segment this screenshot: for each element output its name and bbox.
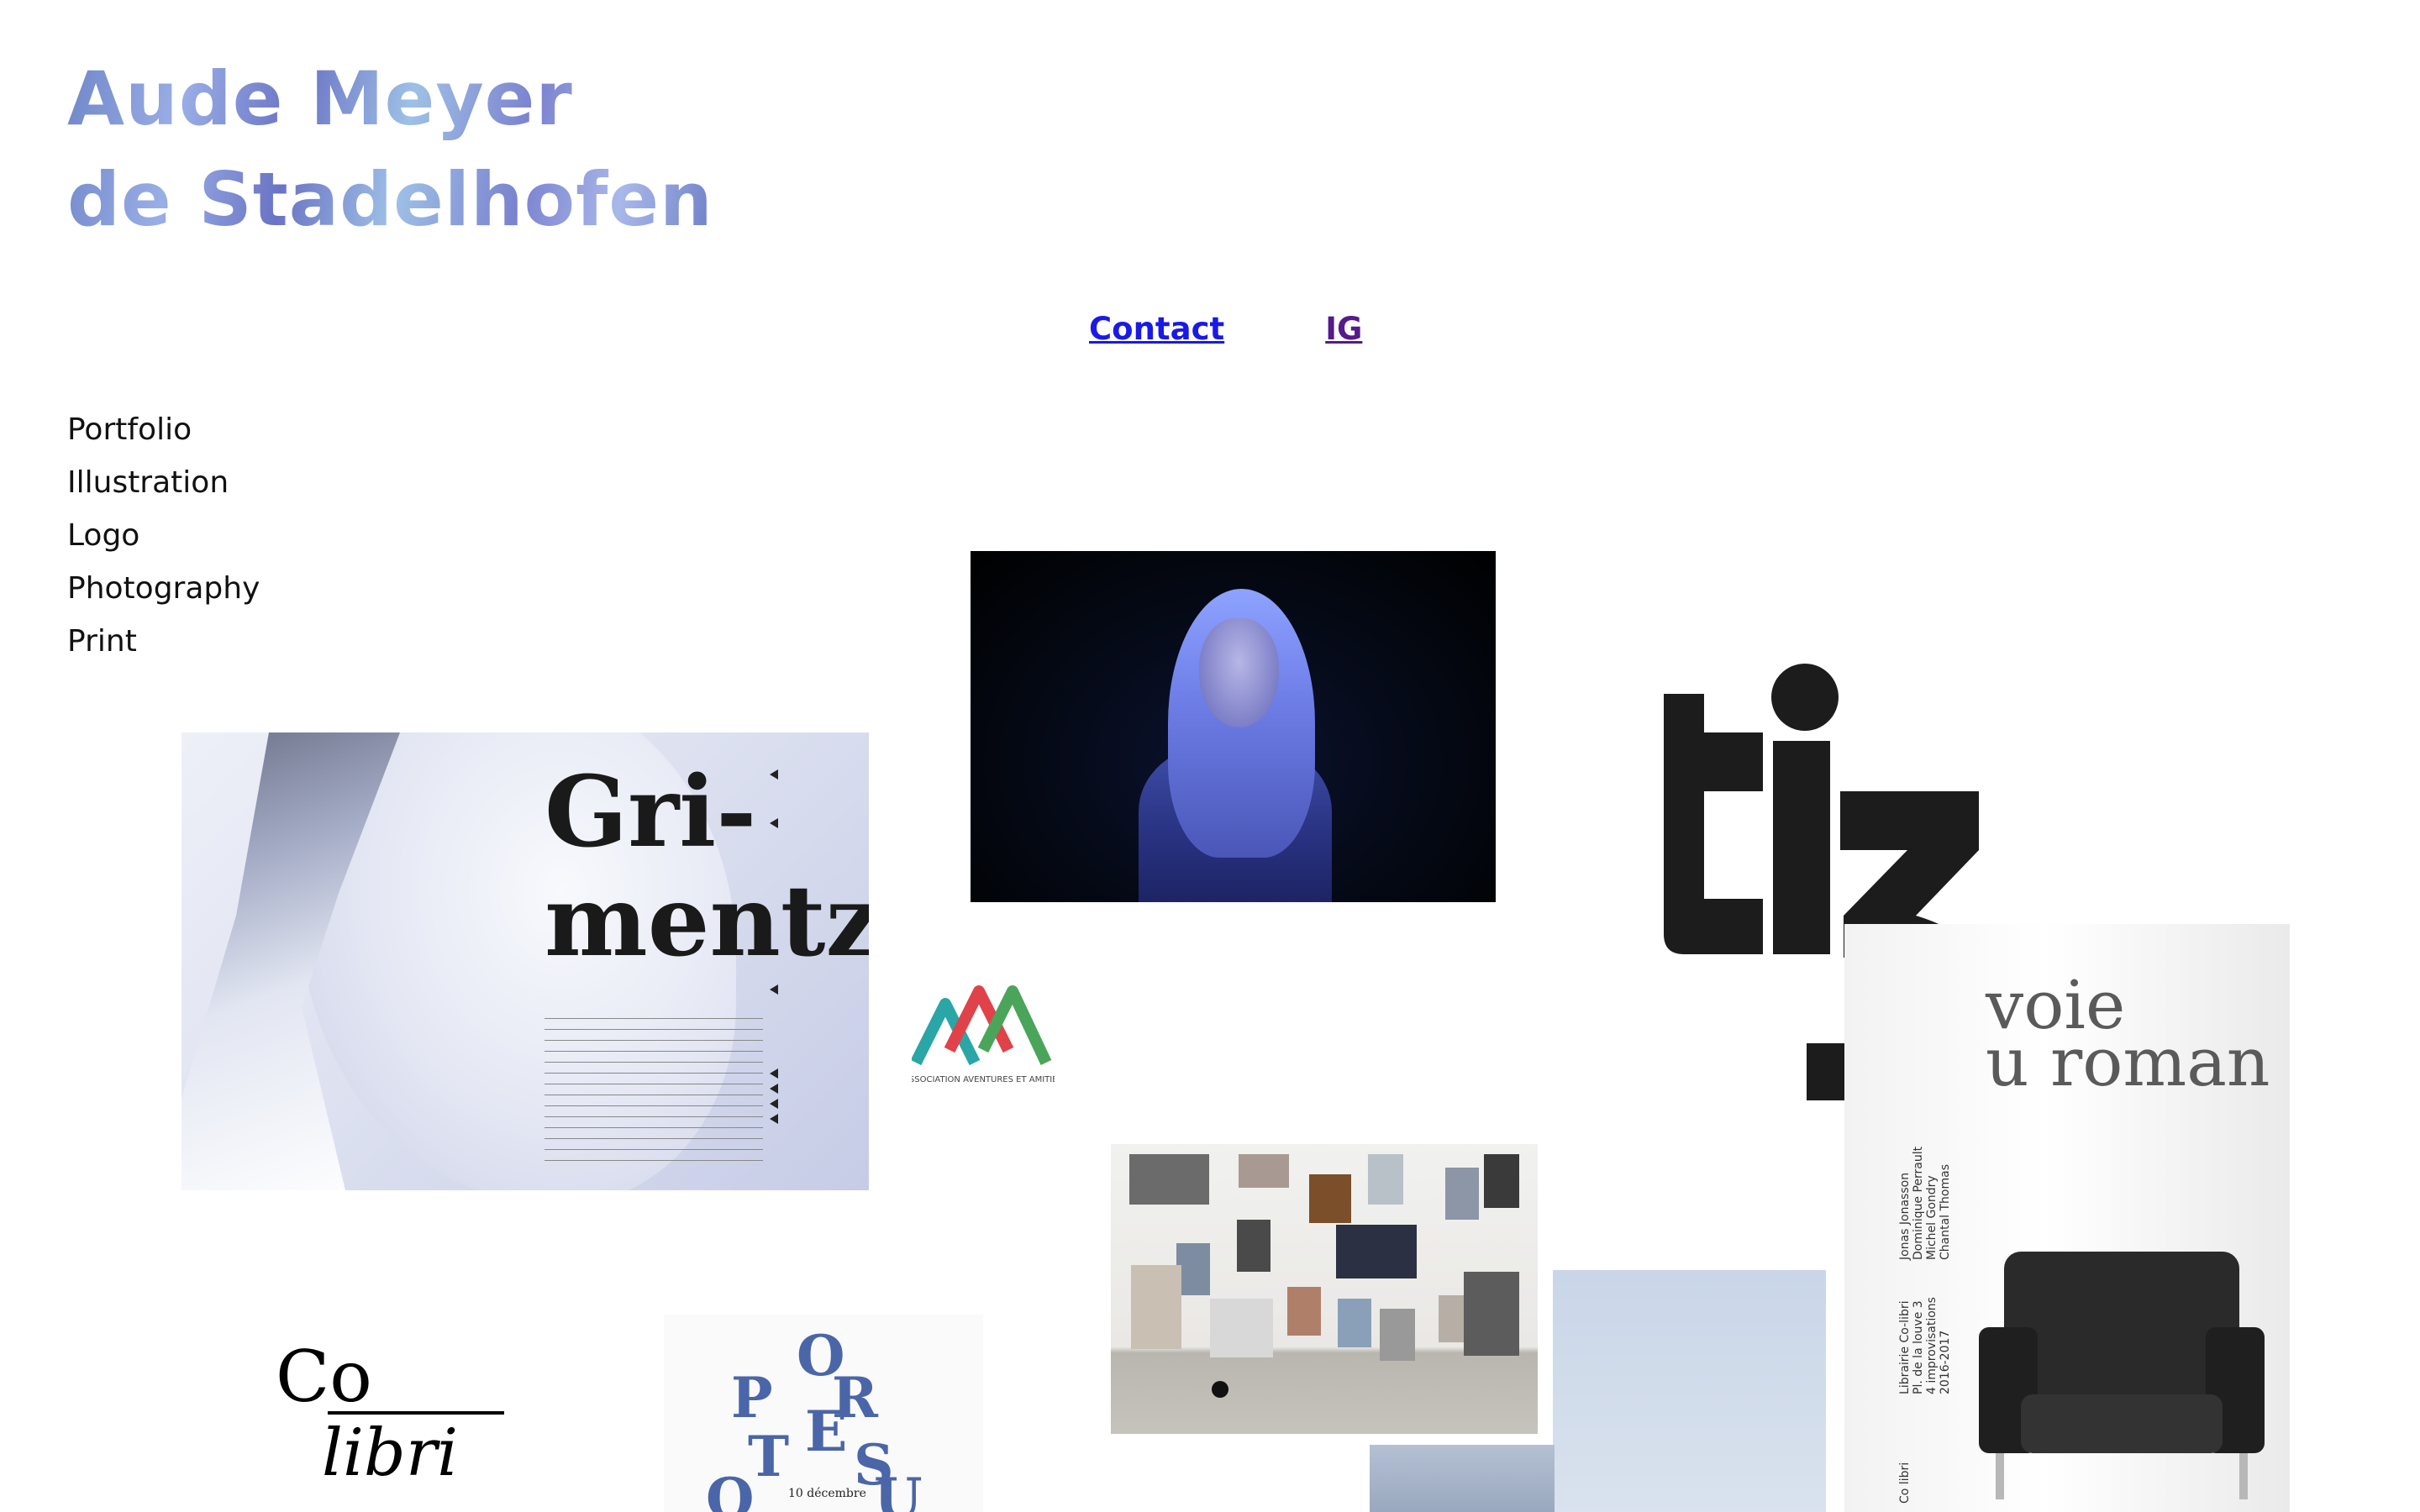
- ig-link[interactable]: IG: [1325, 311, 1362, 347]
- colibri-libri: libri: [322, 1415, 459, 1491]
- aaa-logo-mark: ASSOCIATION AVENTURES ET AMITIÉS: [912, 985, 1055, 1084]
- voie-roman-poster-thumbnail[interactable]: voie u roman Jonas Jonasson Dominique Pe…: [1844, 924, 2290, 1512]
- svg-text:ASSOCIATION AVENTURES ET AMITI: ASSOCIATION AVENTURES ET AMITIÉS: [912, 1074, 1055, 1084]
- nav-item-logo[interactable]: Logo: [67, 509, 260, 562]
- category-nav: Portfolio Illustration Logo Photography …: [67, 403, 260, 668]
- top-links: Contact IG: [1089, 311, 1362, 347]
- arrow-icon: [770, 1114, 778, 1124]
- portrait-face: [1199, 618, 1279, 727]
- cat-silhouette: [1212, 1381, 1228, 1398]
- poster-brand: Co libri: [1898, 1462, 1912, 1504]
- poster-names: Jonas Jonasson Dominique Perrault Michel…: [1898, 1146, 1952, 1260]
- site-title-line1: Aude Meyer: [67, 55, 573, 142]
- gallery-wall-photo-thumbnail[interactable]: [1111, 1144, 1538, 1434]
- poster-line-roman: u roman: [1986, 1023, 2270, 1101]
- nav-item-illustration[interactable]: Illustration: [67, 456, 260, 509]
- sky-photo-thumbnail[interactable]: [1553, 1270, 1826, 1512]
- site-title-line2: de Stadelhofen: [67, 156, 713, 243]
- arrow-icon: [770, 1068, 778, 1079]
- contact-link[interactable]: Contact: [1089, 311, 1224, 347]
- portfolio-page: Aude Meyer de Stadelhofen Contact IG Por…: [0, 0, 2420, 1512]
- fine-print-list: [544, 1010, 763, 1163]
- aaa-logo-thumbnail[interactable]: ASSOCIATION AVENTURES ET AMITIÉS: [912, 958, 1055, 1088]
- arrow-icon: [770, 1084, 778, 1094]
- arrow-icon: [770, 1099, 778, 1109]
- armchair-image: [1979, 1252, 2265, 1499]
- poster-venue: Librairie Co-libri Pl. de la louve 3 4 i…: [1898, 1297, 1952, 1394]
- building-photo-thumbnail[interactable]: [1370, 1445, 1555, 1512]
- arrow-icon: [770, 984, 778, 995]
- portrait-photo-thumbnail[interactable]: [971, 551, 1496, 902]
- poetry-poster-thumbnail[interactable]: O P R E T S O U 10 décembre: [664, 1315, 983, 1512]
- nav-item-photography[interactable]: Photography: [67, 562, 260, 615]
- colibri-co: Co: [276, 1336, 372, 1418]
- arrow-icon: [770, 818, 778, 828]
- grimentz-poster-thumbnail[interactable]: Gri- mentz: [182, 732, 869, 1190]
- site-title[interactable]: Aude Meyer de Stadelhofen: [67, 49, 713, 250]
- grimentz-heading-line1: Gri-: [544, 755, 757, 869]
- colibri-rule: [328, 1411, 504, 1415]
- nav-item-portfolio[interactable]: Portfolio: [67, 403, 260, 456]
- colibri-logo-thumbnail[interactable]: Co libri: [276, 1336, 511, 1512]
- grimentz-heading: Gri- mentz: [544, 758, 869, 976]
- grimentz-heading-line2: mentz: [544, 864, 869, 979]
- nav-item-print[interactable]: Print: [67, 615, 260, 668]
- poetry-date: 10 décembre: [788, 1487, 866, 1500]
- arrow-icon: [770, 769, 778, 780]
